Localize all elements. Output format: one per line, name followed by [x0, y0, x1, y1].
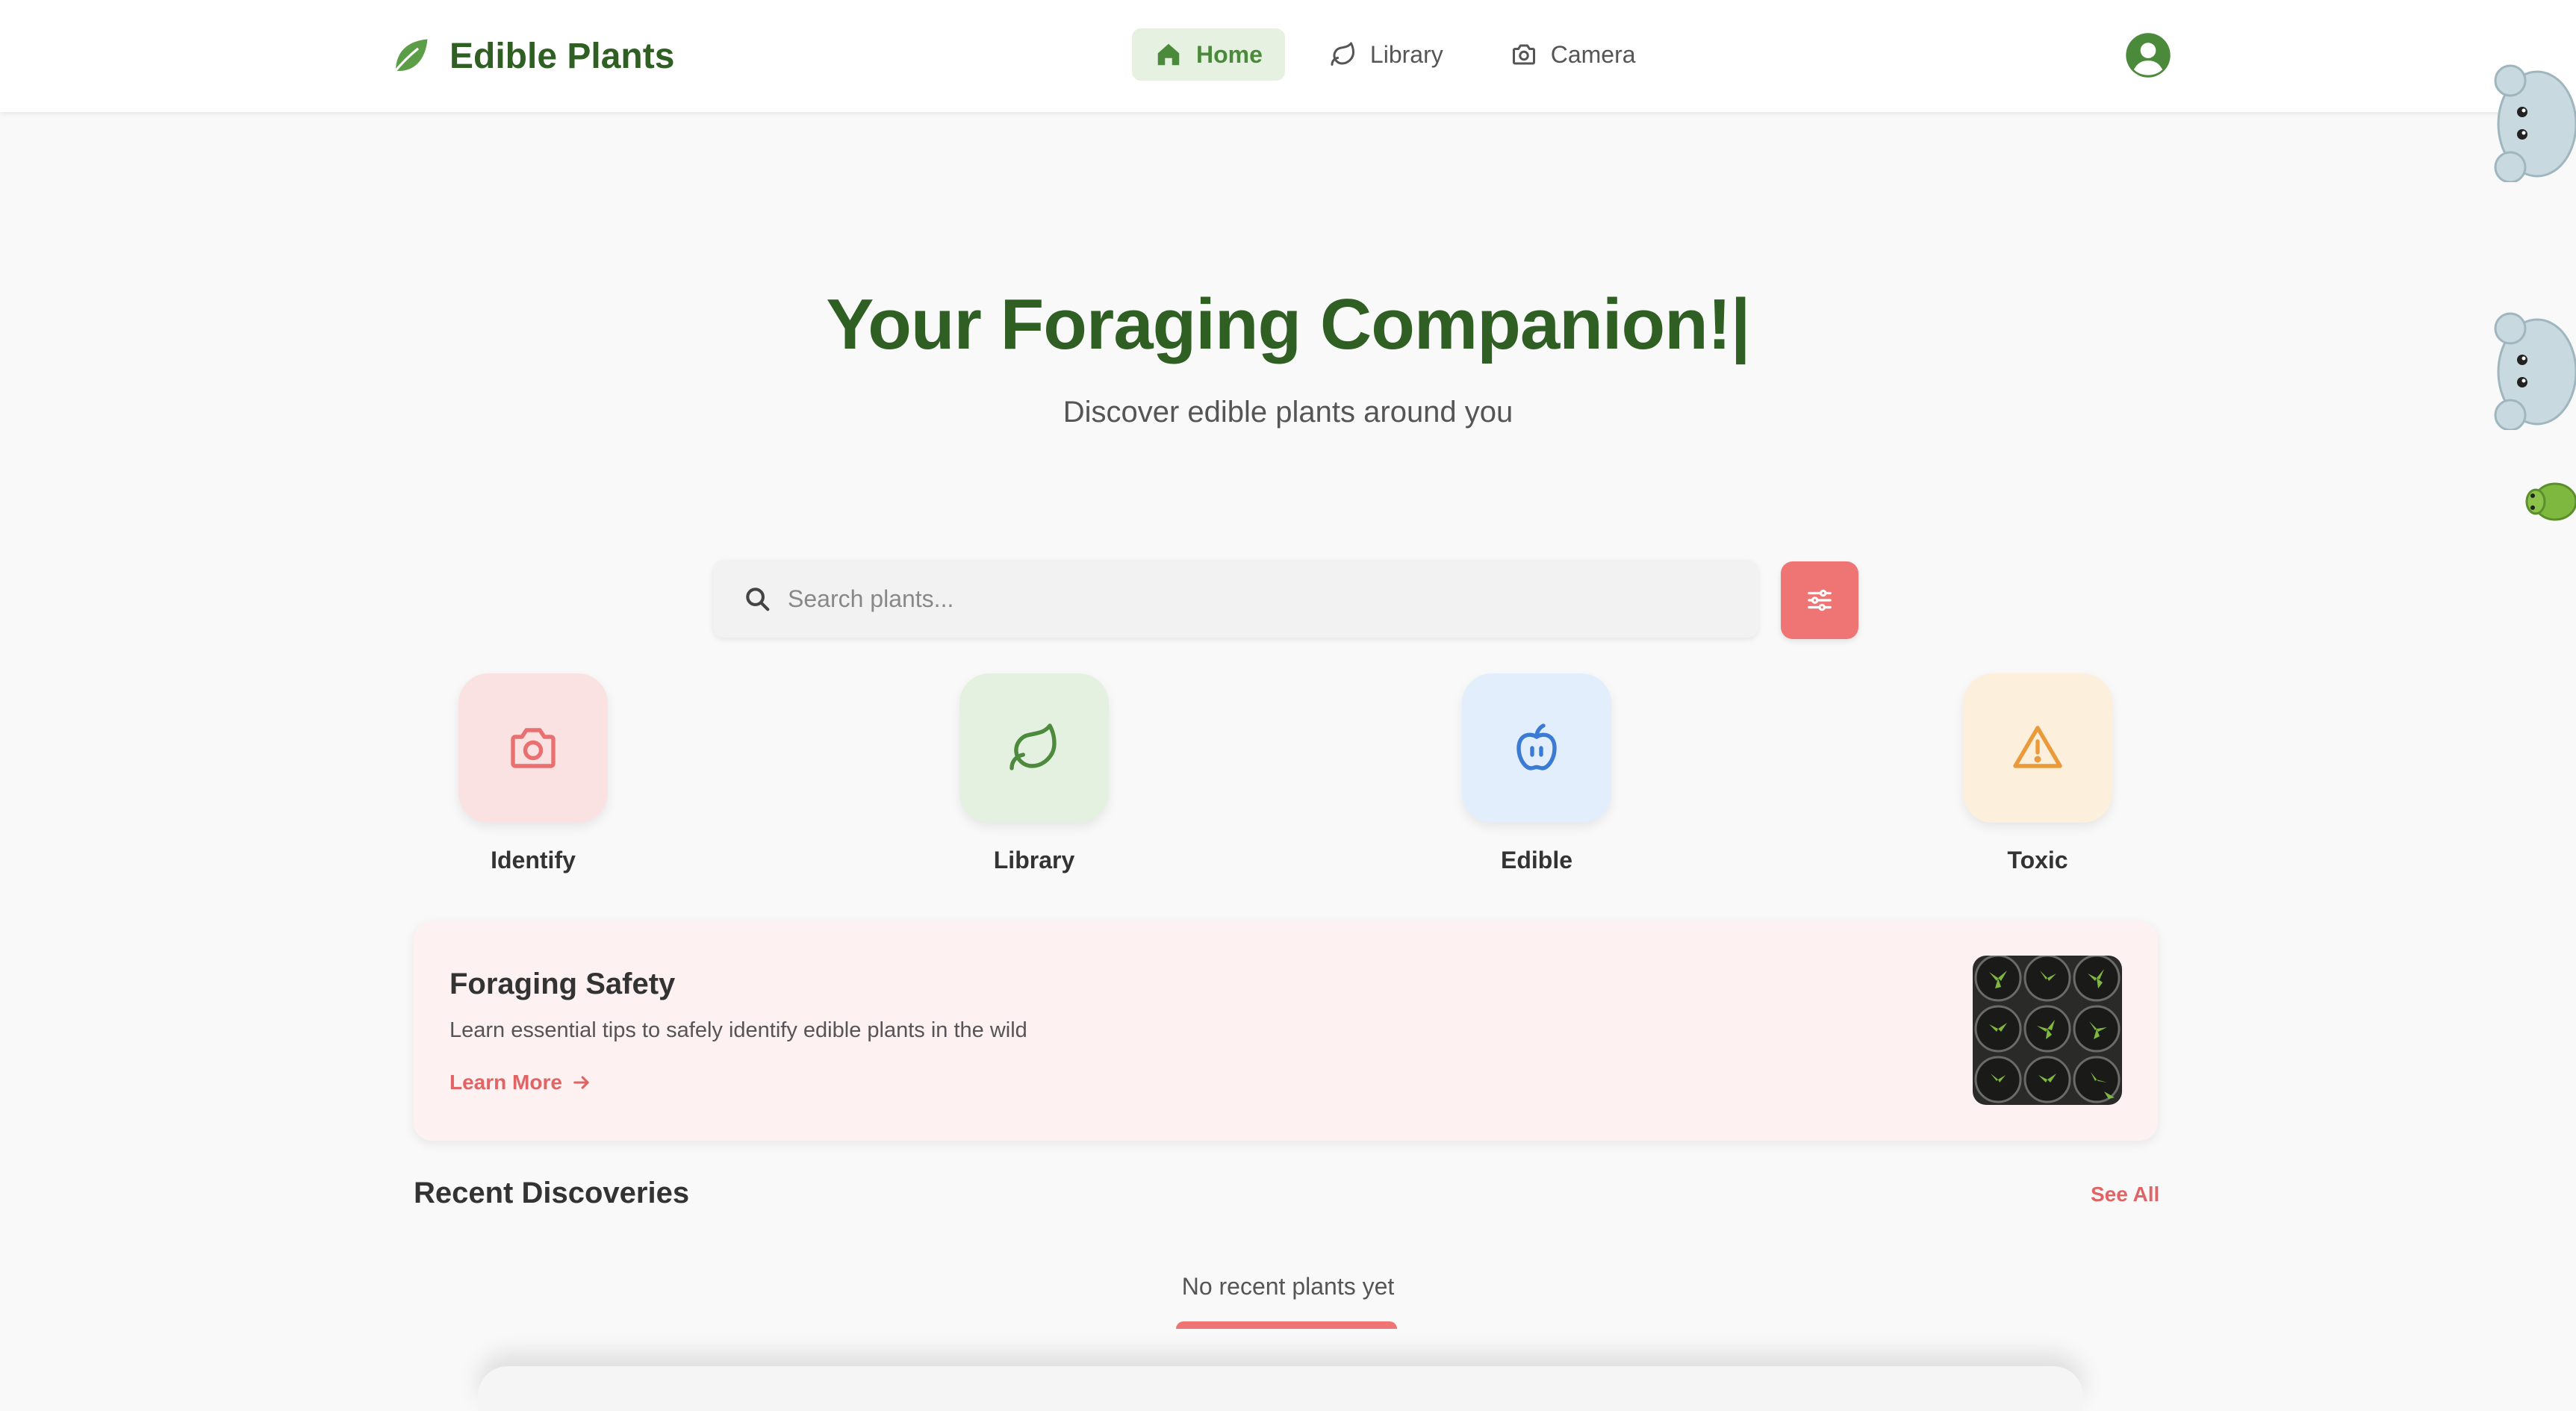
safety-card-title: Foraging Safety [449, 968, 676, 1000]
brand[interactable]: Edible Plants [388, 30, 674, 82]
leaf-icon [1009, 723, 1057, 770]
nav-camera-label: Camera [1550, 40, 1636, 68]
nav-home[interactable]: Home [1132, 28, 1285, 81]
camera-icon [511, 728, 556, 768]
warning-icon [2013, 726, 2062, 768]
top-navbar: Edible Plants Home Library Camera [0, 0, 2576, 112]
see-all-link[interactable]: See All [2091, 1183, 2159, 1206]
recent-discoveries-title: Recent Discoveries [414, 1177, 690, 1209]
home-icon [1157, 43, 1180, 66]
camera-icon [1512, 44, 1535, 65]
brand-title: Edible Plants [449, 36, 675, 76]
quick-action-label: Edible [1500, 847, 1572, 873]
quick-action-tile [959, 673, 1109, 823]
learn-more-link[interactable]: Learn More [449, 1071, 592, 1094]
hero-title: Your Foraging Companion!| [826, 284, 1750, 364]
bear-mascot-icon [2494, 312, 2576, 432]
hero-subtitle: Discover edible plants around you [1063, 396, 1513, 429]
user-avatar-button[interactable] [2125, 32, 2171, 78]
floating-mascot[interactable] [2485, 64, 2576, 186]
nav-home-label: Home [1196, 40, 1263, 68]
leaf-icon [1331, 42, 1354, 66]
arrow-right-icon [573, 1076, 589, 1089]
quick-action-label: Identify [491, 847, 576, 873]
filter-button[interactable] [1781, 561, 1858, 639]
quick-action-library[interactable]: Library [958, 673, 1110, 875]
quick-action-toxic[interactable]: Toxic [1961, 673, 2114, 875]
bear-mascot-icon [2494, 64, 2576, 184]
foraging-safety-card[interactable]: Foraging Safety Learn essential tips to … [414, 921, 2158, 1141]
seedlings-image [1973, 956, 2122, 1105]
empty-state-text: No recent plants yet [1181, 1273, 1395, 1300]
quick-action-identify[interactable]: Identify [457, 673, 609, 875]
search-input[interactable] [788, 585, 1758, 613]
floating-mascot[interactable] [2525, 481, 2576, 526]
user-circle-icon [2126, 33, 2171, 78]
caterpillar-mascot-icon [2525, 482, 2576, 521]
sliders-icon [1808, 589, 1832, 611]
quick-action-label: Toxic [2007, 847, 2068, 873]
main-nav: Home Library Camera [1132, 28, 1658, 81]
search-bar[interactable] [713, 560, 1758, 638]
search-icon [746, 588, 770, 611]
bottom-sheet-edge [478, 1366, 2083, 1411]
empty-state-button[interactable] [1176, 1321, 1397, 1329]
floating-mascot[interactable] [2485, 312, 2576, 434]
safety-card-description: Learn essential tips to safely identify … [449, 1018, 1027, 1042]
leaf-logo-icon [393, 39, 428, 74]
learn-more-label: Learn More [449, 1071, 562, 1094]
quick-action-edible[interactable]: Edible [1460, 673, 1613, 875]
nav-library-label: Library [1369, 40, 1443, 68]
quick-action-tile [458, 673, 608, 823]
nav-library[interactable]: Library [1307, 28, 1466, 81]
apple-icon [1516, 723, 1557, 770]
quick-action-tile [1963, 673, 2112, 823]
nav-camera[interactable]: Camera [1488, 28, 1658, 81]
quick-action-tile [1462, 673, 1611, 823]
quick-action-label: Library [993, 847, 1075, 873]
